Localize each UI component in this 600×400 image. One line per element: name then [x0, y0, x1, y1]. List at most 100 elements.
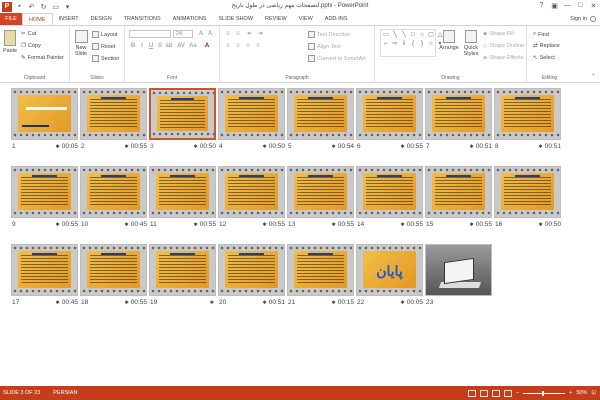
numbering-icon[interactable]: ≡ [234, 30, 242, 38]
replace-button[interactable]: ⇄ Replace [533, 43, 560, 49]
tab-add-ins[interactable]: ADD-INS [319, 13, 354, 25]
shape-effects-button[interactable]: ◈ Shape Effects [483, 55, 523, 61]
slide-thumbnail[interactable] [218, 244, 285, 296]
maximize-icon[interactable]: □ [574, 0, 587, 11]
slide-thumbnail[interactable] [80, 88, 147, 140]
text-direction-button[interactable]: Text Direction [308, 31, 350, 38]
shape-oval-icon[interactable]: ○ [418, 31, 426, 39]
shape-rect-icon[interactable]: □ [409, 31, 417, 39]
shape-textbox-icon[interactable]: ▭ [382, 31, 390, 39]
font-size-input[interactable]: 24 [173, 30, 193, 38]
new-slide-button[interactable]: New Slide [72, 30, 90, 57]
bold-icon[interactable]: B [129, 42, 137, 50]
tab-insert[interactable]: INSERT [53, 13, 85, 25]
zoom-in-icon[interactable]: + [569, 390, 572, 396]
language-indicator[interactable]: PERSIAN [50, 390, 77, 396]
font-color-icon[interactable]: A [203, 42, 211, 50]
quick-styles-button[interactable]: Quick Styles [462, 30, 480, 57]
char-spacing-icon[interactable]: AV [177, 42, 185, 50]
slide-thumbnail[interactable] [356, 88, 423, 140]
decrease-font-icon[interactable]: A [206, 30, 214, 38]
shape-elbow-icon[interactable]: ⌐ [382, 40, 390, 48]
slide-thumbnail[interactable] [149, 88, 216, 140]
shapes-gallery[interactable]: ▭ ╲ ╲ □ ○ ▢ △ ⌐ ⇨ ⇩ { } ☆ ▾ [380, 29, 442, 57]
section-button[interactable]: Section [92, 55, 119, 62]
shape-fill-button[interactable]: ◆ Shape Fill [483, 31, 514, 37]
strikethrough-icon[interactable]: ab [165, 42, 173, 50]
paste-button[interactable]: Paste [3, 30, 17, 54]
slide-thumbnail[interactable] [425, 244, 492, 296]
slide-thumbnail[interactable] [494, 166, 561, 218]
collapse-ribbon-icon[interactable]: ⌃ [591, 73, 596, 80]
tab-home[interactable]: HOME [22, 12, 53, 26]
bullets-icon[interactable]: ≡ [224, 30, 232, 38]
sign-in[interactable]: Sign in [570, 16, 596, 22]
slide-thumbnail[interactable] [287, 244, 354, 296]
slide-thumbnail[interactable]: پایان [356, 244, 423, 296]
customize-qat-icon[interactable]: ▾ [63, 2, 72, 11]
slide-thumbnail[interactable] [218, 88, 285, 140]
save-icon[interactable]: ▪ [15, 2, 24, 11]
undo-icon[interactable]: ↶ [27, 2, 36, 11]
increase-font-icon[interactable]: A [197, 30, 205, 38]
slide-thumbnail[interactable] [425, 88, 492, 140]
shape-brace2-icon[interactable]: } [418, 40, 426, 48]
shape-star-icon[interactable]: ☆ [427, 40, 435, 48]
slide-thumbnail[interactable] [494, 88, 561, 140]
zoom-slider-thumb[interactable] [542, 390, 545, 396]
shape-brace-icon[interactable]: { [409, 40, 417, 48]
slide-thumbnail[interactable] [80, 166, 147, 218]
change-case-icon[interactable]: Aa [189, 42, 197, 50]
tab-transitions[interactable]: TRANSITIONS [118, 13, 167, 25]
slide-thumbnail[interactable] [149, 244, 216, 296]
arrange-button[interactable]: Arrange [439, 30, 459, 51]
shape-line2-icon[interactable]: ╲ [400, 31, 408, 39]
help-icon[interactable]: ? [535, 0, 548, 11]
select-button[interactable]: ↖ Select [533, 55, 555, 61]
increase-indent-icon[interactable]: ⇥ [256, 30, 264, 38]
start-slideshow-icon[interactable]: ▭ [51, 2, 60, 11]
copy-button[interactable]: ❐ Copy [21, 43, 41, 49]
tab-review[interactable]: REVIEW [259, 13, 293, 25]
italic-icon[interactable]: I [138, 42, 146, 50]
zoom-out-icon[interactable]: − [516, 390, 519, 396]
fit-slide-icon[interactable]: ⊡ [591, 390, 596, 396]
slide-thumbnail[interactable] [11, 166, 78, 218]
align-left-icon[interactable]: ≡ [224, 42, 232, 50]
format-painter-button[interactable]: ✎ Format Painter [21, 55, 64, 61]
normal-view-icon[interactable] [467, 389, 476, 397]
cut-button[interactable]: ✂ Cut [21, 31, 36, 37]
find-button[interactable]: ⌕ Find [533, 31, 549, 38]
close-icon[interactable]: ✕ [587, 0, 600, 11]
reading-view-icon[interactable] [491, 389, 500, 397]
shape-arrow-icon[interactable]: ⇨ [391, 40, 399, 48]
shape-outline-button[interactable]: ◇ Shape Outline [483, 43, 524, 49]
font-name-input[interactable] [129, 30, 171, 38]
slideshow-view-icon[interactable] [503, 389, 512, 397]
align-right-icon[interactable]: ≡ [244, 42, 252, 50]
shape-rounded-icon[interactable]: ▢ [427, 31, 435, 39]
shape-line-icon[interactable]: ╲ [391, 31, 399, 39]
slide-thumbnail[interactable] [149, 166, 216, 218]
slide-thumbnail[interactable] [425, 166, 492, 218]
underline-icon[interactable]: U [147, 42, 155, 50]
shadow-icon[interactable]: S [156, 42, 164, 50]
justify-icon[interactable]: ≡ [254, 42, 262, 50]
convert-smartart-button[interactable]: Convert to SmartArt [308, 55, 366, 62]
tab-view[interactable]: VIEW [293, 13, 319, 25]
align-text-button[interactable]: Align Text [308, 43, 341, 50]
slide-sorter-view-icon[interactable] [479, 389, 488, 397]
slide-thumbnail[interactable] [80, 244, 147, 296]
slide-thumbnail[interactable] [287, 88, 354, 140]
reset-button[interactable]: Reset [92, 43, 115, 50]
redo-icon[interactable]: ↻ [39, 2, 48, 11]
slide-thumbnail[interactable] [11, 88, 78, 140]
minimize-icon[interactable]: — [561, 0, 574, 11]
slide-thumbnail[interactable] [356, 166, 423, 218]
tab-file[interactable]: FILE [0, 13, 22, 25]
align-center-icon[interactable]: ≡ [234, 42, 242, 50]
ribbon-display-icon[interactable]: ▣ [548, 0, 561, 11]
zoom-level[interactable]: 50% [576, 390, 587, 396]
slide-thumbnail[interactable] [287, 166, 354, 218]
tab-animations[interactable]: ANIMATIONS [167, 13, 213, 25]
